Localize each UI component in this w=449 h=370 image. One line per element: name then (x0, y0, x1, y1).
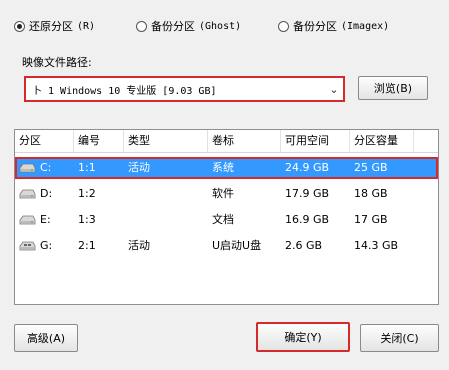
volume-label: 文档 (212, 213, 234, 226)
table-header: 分区 编号 类型 卷标 可用空间 分区容量 (15, 130, 438, 153)
volume-label: 系统 (212, 161, 234, 174)
partition-number: 2:1 (78, 239, 96, 252)
partition-type: 活动 (128, 239, 150, 252)
drive-letter: E: (40, 213, 51, 226)
drive-letter: C: (40, 161, 52, 174)
column-header-free-space[interactable]: 可用空间 (281, 130, 350, 152)
column-header-number[interactable]: 编号 (74, 130, 124, 152)
partition-size: 18 GB (354, 187, 388, 200)
radio-backup-imagex[interactable]: 备份分区 (Imagex) (278, 18, 389, 34)
radio-unchecked-icon (136, 20, 147, 32)
usb-drive-icon (19, 241, 36, 251)
partition-size: 25 GB (354, 161, 388, 174)
hard-drive-icon (19, 189, 36, 199)
close-button[interactable]: 关闭(C) (360, 324, 439, 352)
free-space: 2.6 GB (285, 239, 323, 252)
table-row[interactable]: C: 1:1 活动 系统 24.9 GB 25 GB (15, 157, 438, 179)
column-header-type[interactable]: 类型 (124, 130, 208, 152)
free-space: 17.9 GB (285, 187, 330, 200)
radio-checked-icon (14, 20, 25, 32)
free-space: 24.9 GB (285, 161, 330, 174)
image-path-label: 映像文件路径: (22, 56, 92, 69)
advanced-button[interactable]: 高级(A) (14, 324, 78, 352)
browse-button[interactable]: 浏览(B) (358, 76, 428, 100)
table-row[interactable]: G: 2:1 活动 U启动U盘 2.6 GB 14.3 GB (15, 235, 438, 257)
hard-drive-icon (19, 163, 36, 173)
column-header-partition[interactable]: 分区 (15, 130, 74, 152)
partition-number: 1:1 (78, 161, 96, 174)
radio-restore-partition[interactable]: 还原分区 (R) (14, 18, 95, 34)
volume-label: U启动U盘 (212, 239, 262, 252)
column-header-label[interactable]: 卷标 (208, 130, 281, 152)
free-space: 16.9 GB (285, 213, 330, 226)
partition-table: 分区 编号 类型 卷标 可用空间 分区容量 C: 1:1 活动 系统 24.9 … (14, 129, 439, 305)
drive-letter: D: (40, 187, 53, 200)
radio-restore-hotkey: (R) (77, 20, 96, 32)
radio-unchecked-icon (278, 20, 289, 32)
hard-drive-icon (19, 215, 36, 225)
partition-number: 1:3 (78, 213, 96, 226)
radio-ghost-hotkey: (Ghost) (199, 20, 242, 32)
chevron-down-icon[interactable]: ⌄ (325, 83, 343, 96)
volume-label: 软件 (212, 187, 234, 200)
partition-type: 活动 (128, 161, 150, 174)
radio-imagex-hotkey: (Imagex) (341, 20, 390, 32)
column-header-size[interactable]: 分区容量 (350, 130, 414, 152)
radio-backup-ghost[interactable]: 备份分区 (Ghost) (136, 18, 241, 34)
drive-letter: G: (40, 239, 53, 252)
partition-number: 1:2 (78, 187, 96, 200)
partition-size: 14.3 GB (354, 239, 399, 252)
radio-ghost-label: 备份分区 (151, 20, 195, 33)
partition-size: 17 GB (354, 213, 388, 226)
radio-restore-label: 还原分区 (29, 20, 73, 33)
mode-radio-group: 还原分区 (R) 备份分区 (Ghost) 备份分区 (Imagex) (14, 18, 449, 38)
image-path-value: 卜 1 Windows 10 专业版 [9.03 GB] (32, 85, 217, 97)
table-row[interactable]: D: 1:2 软件 17.9 GB 18 GB (15, 183, 438, 205)
table-row[interactable]: E: 1:3 文档 16.9 GB 17 GB (15, 209, 438, 231)
image-path-select[interactable]: 卜 1 Windows 10 专业版 [9.03 GB] ⌄ (24, 76, 345, 102)
radio-imagex-label: 备份分区 (293, 20, 337, 33)
ok-button[interactable]: 确定(Y) (256, 322, 350, 352)
